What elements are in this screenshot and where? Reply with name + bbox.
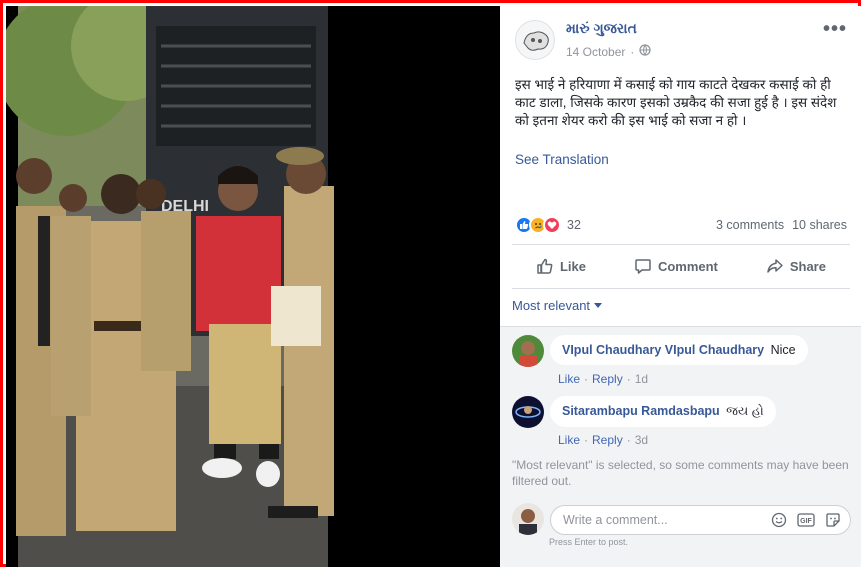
post-actions: Like Comment Share (512, 250, 850, 282)
gujarat-map-icon (516, 21, 554, 59)
composer-tools: GIF (770, 511, 842, 529)
comment-reply-link[interactable]: Reply (592, 372, 623, 386)
page-avatar[interactable] (515, 20, 555, 60)
comment-bubble-icon (635, 259, 651, 274)
comment-time[interactable]: 3d (635, 433, 648, 447)
share-button[interactable]: Share (766, 257, 826, 275)
divider-bottom (512, 288, 850, 289)
reactions-summary: 32 3 comments 10 shares (515, 215, 847, 235)
comment-label: Comment (657, 258, 718, 274)
like-label: Like (559, 258, 586, 274)
share-arrow-icon (767, 259, 783, 273)
comment-time[interactable]: 1d (635, 372, 648, 386)
comment-text: જય હો (726, 404, 764, 418)
gif-icon[interactable]: GIF (797, 511, 815, 529)
comment-actions: Like · Reply · 3d (558, 433, 649, 447)
commenter-avatar[interactable] (512, 335, 544, 367)
post-panel: મારું ગુજરાત 14 October · ••• इस भाई ने … (500, 6, 861, 567)
comment-author-link[interactable]: Sitarambapu Ramdasbapu (562, 404, 720, 418)
sticker-icon[interactable] (824, 511, 842, 529)
comment-text: Nice (770, 343, 796, 357)
thumbs-up-icon (537, 258, 553, 274)
share-label: Share (789, 258, 826, 274)
sort-label: Most relevant (512, 298, 591, 313)
post-date[interactable]: 14 October (566, 45, 625, 59)
dot-separator: · (630, 44, 635, 59)
comment-sort-dropdown[interactable]: Most relevant (512, 298, 603, 313)
post-photo[interactable]: DELHI (6, 6, 500, 567)
shares-count-link[interactable]: 10 shares (792, 218, 847, 232)
reaction-icons[interactable] (515, 216, 561, 234)
comment-reply-link[interactable]: Reply (592, 433, 623, 447)
comment-bubble: Sitarambapu Ramdasbapu જય હો (550, 396, 776, 427)
more-options-button[interactable]: ••• (823, 18, 847, 41)
post-text: इस भाई ने हरियाणा में कसाई को गाय काटते … (515, 77, 837, 128)
current-user-avatar[interactable] (512, 503, 544, 535)
comment-like-link[interactable]: Like (558, 433, 580, 447)
comment-input[interactable]: Write a comment... GIF (550, 505, 851, 535)
post-meta: 14 October · (566, 44, 652, 59)
divider-top (512, 244, 850, 245)
press-enter-hint: Press Enter to post. (549, 537, 629, 547)
engagement-counts: 3 comments 10 shares (716, 218, 847, 232)
photo-illustration: DELHI (6, 6, 500, 567)
like-button[interactable]: Like (536, 257, 586, 275)
emoji-icon[interactable] (770, 511, 788, 529)
comment-author-link[interactable]: VIpul Chaudhary VIpul Chaudhary (562, 343, 764, 357)
love-icon (543, 216, 561, 234)
reaction-count[interactable]: 32 (567, 218, 581, 232)
caret-down-icon (594, 302, 603, 308)
comment-placeholder: Write a comment... (563, 513, 668, 527)
comment-bubble: VIpul Chaudhary VIpul Chaudhary Nice (550, 335, 808, 365)
comment-like-link[interactable]: Like (558, 372, 580, 386)
filter-notice: "Most relevant" is selected, so some com… (512, 458, 849, 488)
comment-actions: Like · Reply · 1d (558, 372, 649, 386)
see-translation-link[interactable]: See Translation (515, 152, 609, 167)
svg-text:GIF: GIF (800, 518, 812, 525)
comments-count-link[interactable]: 3 comments (716, 218, 784, 232)
comment-button[interactable]: Comment (634, 257, 718, 275)
post-viewer-frame: DELHI મારું ગુજરાત 14 October · ••• इस भ… (0, 0, 861, 567)
commenter-avatar[interactable] (512, 396, 544, 428)
page-name-link[interactable]: મારું ગુજરાત (566, 20, 637, 37)
globe-icon[interactable] (639, 44, 652, 59)
